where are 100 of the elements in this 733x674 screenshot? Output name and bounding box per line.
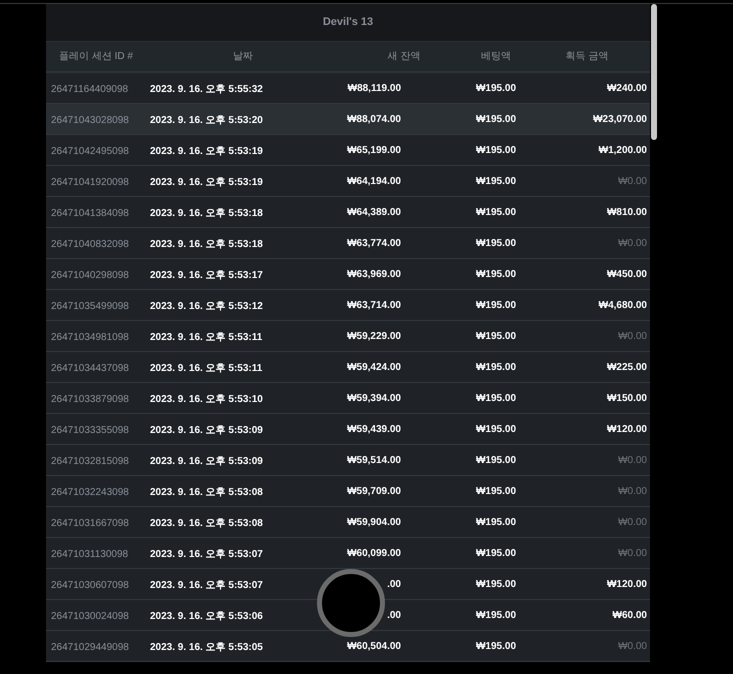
table-cell-text: ₩0.00 xyxy=(618,236,647,250)
table-cell: 2023. 9. 16. 오후 5:53:05 xyxy=(150,642,263,653)
table-cell-text: ₩1,200.00 xyxy=(598,144,647,158)
table-cell: 2023. 9. 16. 오후 5:55:32 xyxy=(150,84,263,95)
column-header: 플레이 세션 ID # xyxy=(59,50,133,64)
table-cell: 26471032815098 xyxy=(51,456,129,467)
table-cell: 26471035499098 xyxy=(51,301,129,312)
table-cell: 2023. 9. 16. 오후 5:53:06 xyxy=(150,611,263,622)
table-cell-text: ₩0.00 xyxy=(618,454,647,468)
table-cell-text: ₩64,389.00 xyxy=(347,206,401,220)
table-cell: 26471164409098 xyxy=(51,84,128,95)
table-cell-text: ₩0.00 xyxy=(618,330,647,344)
table-cell-text: ₩88,074.00 xyxy=(347,112,401,126)
table-cell-text: ₩65,199.00 xyxy=(347,144,401,158)
table-cell: 2023. 9. 16. 오후 5:53:20 xyxy=(150,115,263,126)
table-cell-text: ₩59,904.00 xyxy=(347,516,401,530)
table-cell-text: ₩195.00 xyxy=(476,82,516,96)
table-cell: 26471041384098 xyxy=(51,208,129,219)
table-cell: 2023. 9. 16. 오후 5:53:11 xyxy=(150,332,262,343)
table-cell-text: ₩195.00 xyxy=(476,360,516,374)
table-cell-text: ₩0.00 xyxy=(618,640,647,654)
table-cell: 2023. 9. 16. 오후 5:53:07 xyxy=(150,549,263,560)
table-cell: 2023. 9. 16. 오후 5:53:12 xyxy=(150,301,263,312)
table-cell-text: ₩195.00 xyxy=(476,144,516,158)
table-cell-text: ₩120.00 xyxy=(606,422,647,436)
column-header: 획득 금액 xyxy=(566,50,608,64)
table-cell-text: ₩0.00 xyxy=(618,484,647,498)
table-cell: 2023. 9. 16. 오후 5:53:09 xyxy=(150,456,263,467)
table-cell-text: ₩195.00 xyxy=(476,454,516,468)
table-cell: 2023. 9. 16. 오후 5:53:19 xyxy=(150,177,263,188)
table-cell-text: ₩60,504.00 xyxy=(347,640,401,654)
column-header: 날짜 xyxy=(233,50,253,64)
table-cell-text: ₩195.00 xyxy=(476,174,516,188)
table-cell: 2023. 9. 16. 오후 5:53:09 xyxy=(150,425,263,436)
table-cell-text: ₩59,514.00 xyxy=(347,454,401,468)
table-cell-text: ₩195.00 xyxy=(476,578,516,592)
table-cell-text: ₩59,229.00 xyxy=(347,330,401,344)
table-cell: 26471029449098 xyxy=(51,642,129,653)
table-cell: 2023. 9. 16. 오후 5:53:18 xyxy=(150,208,263,219)
column-header: 베팅액 xyxy=(481,50,511,64)
table-cell-text: ₩120.00 xyxy=(606,578,647,592)
table-cell: 26471041920098 xyxy=(51,177,129,188)
table-cell: 2023. 9. 16. 오후 5:53:11 xyxy=(150,363,262,374)
table-cell: 26471040298098 xyxy=(51,270,129,281)
table-cell: 26471034437098 xyxy=(51,363,129,374)
table-cell-text: ₩63,714.00 xyxy=(347,298,401,312)
table-cell-text: ₩23,070.00 xyxy=(593,112,647,126)
table-cell-text: ₩0.00 xyxy=(618,174,647,188)
table-cell-text: ₩64,194.00 xyxy=(347,174,401,188)
table-cell-text: ₩63,774.00 xyxy=(347,236,401,250)
table-cell-text: ₩59,439.00 xyxy=(347,422,401,436)
table-cell-text: ₩240.00 xyxy=(606,82,647,96)
table-cell-text: ₩195.00 xyxy=(476,298,516,312)
table-cell-text: .00 xyxy=(387,578,401,592)
table-cell: 26471030607098 xyxy=(51,580,129,591)
table-cell: 2023. 9. 16. 오후 5:53:18 xyxy=(150,239,263,250)
table-cell-text: ₩59,709.00 xyxy=(347,484,401,498)
table-cell-text: ₩195.00 xyxy=(476,392,516,406)
table-cell-text: ₩195.00 xyxy=(476,236,516,250)
table-cell-text: ₩195.00 xyxy=(476,546,516,560)
table-cell: 2023. 9. 16. 오후 5:53:19 xyxy=(150,146,263,157)
column-header: 새 잔액 xyxy=(388,50,420,64)
table-cell-text: ₩195.00 xyxy=(476,206,516,220)
table-cell-text: ₩195.00 xyxy=(476,484,516,498)
table-cell: 26471030024098 xyxy=(51,611,129,622)
table-cell: 2023. 9. 16. 오후 5:53:17 xyxy=(150,270,263,281)
table-cell-text: ₩450.00 xyxy=(606,268,647,282)
table-cell-text: ₩225.00 xyxy=(606,360,647,374)
table-cell-text: ₩150.00 xyxy=(606,392,647,406)
table-cell: 26471031130098 xyxy=(51,549,128,560)
table-cell-text: ₩63,969.00 xyxy=(347,268,401,282)
table-cell-text: ₩195.00 xyxy=(476,112,516,126)
table-cell-text: ₩195.00 xyxy=(476,268,516,282)
table-cell: 26471033355098 xyxy=(51,425,129,436)
table-cell: 2023. 9. 16. 오후 5:53:10 xyxy=(150,394,263,405)
table-cell-text: ₩195.00 xyxy=(476,516,516,530)
table-cell: 2023. 9. 16. 오후 5:53:08 xyxy=(150,518,263,529)
table-cell-text: ₩0.00 xyxy=(618,546,647,560)
table-cell: 26471033879098 xyxy=(51,394,129,405)
table-cell-text: ₩0.00 xyxy=(618,516,647,530)
table-cell-text: ₩195.00 xyxy=(476,422,516,436)
table-cell-text: ₩59,424.00 xyxy=(347,360,401,374)
table-cell-text: ₩60,099.00 xyxy=(347,546,401,560)
table-cell: 26471032243098 xyxy=(51,487,129,498)
table-cell: 2023. 9. 16. 오후 5:53:08 xyxy=(150,487,263,498)
table-cell-text: ₩195.00 xyxy=(476,640,516,654)
table-cell-text: ₩4,680.00 xyxy=(598,298,647,312)
table-cell-text: ₩59,394.00 xyxy=(347,392,401,406)
table-cell: 26471040832098 xyxy=(51,239,129,250)
table-cell: 26471034981098 xyxy=(51,332,129,343)
table-cell-text: ₩60.00 xyxy=(612,608,647,622)
table-cell: 26471043028098 xyxy=(51,115,129,126)
window-title: Devil's 13 xyxy=(322,15,374,30)
table-cell-text: ₩195.00 xyxy=(476,330,516,344)
table-cell: 26471042495098 xyxy=(51,146,129,157)
table-cell: 26471031667098 xyxy=(51,518,129,529)
table-cell: 2023. 9. 16. 오후 5:53:07 xyxy=(150,580,263,591)
table-cell-text: ₩810.00 xyxy=(606,206,647,220)
table-cell-text: .00 xyxy=(387,608,401,622)
table-cell-text: ₩88,119.00 xyxy=(348,82,401,96)
